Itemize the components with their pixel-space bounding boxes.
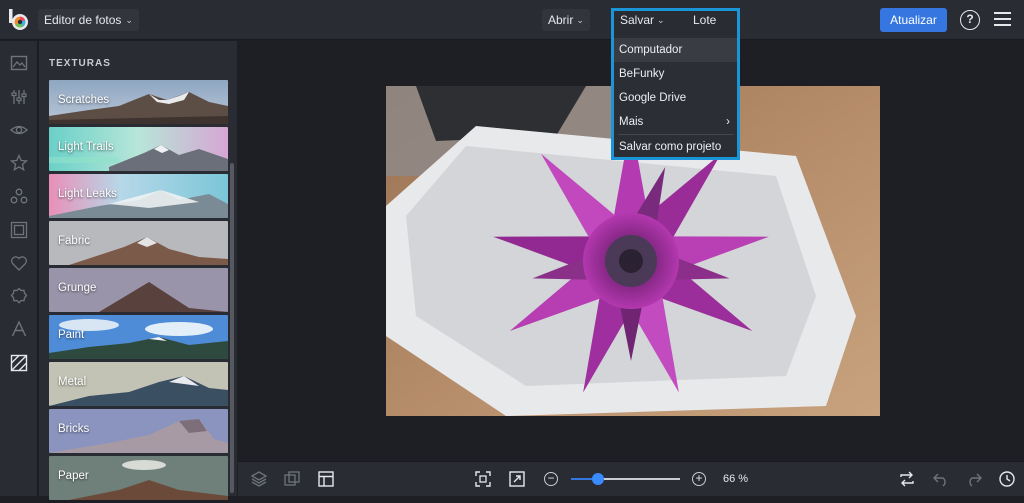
menu-item-befunky[interactable]: BeFunky [614, 62, 738, 86]
texture-item-light-trails[interactable]: Light Trails [49, 127, 228, 171]
chevron-down-icon: ⌄ [576, 15, 584, 25]
menu-item-save-project[interactable]: Salvar como projeto [614, 135, 738, 159]
undo-icon[interactable] [932, 470, 950, 488]
menu-item-google-drive[interactable]: Google Drive [614, 86, 738, 110]
save-dropdown-menu: Computador BeFunky Google Drive Mais › S… [614, 36, 738, 159]
menu-item-more[interactable]: Mais › [614, 110, 738, 134]
heart-icon[interactable] [9, 253, 29, 273]
texture-label: Light Leaks [58, 188, 117, 200]
zoom-out-button[interactable]: − [544, 472, 558, 486]
texture-item-paint[interactable]: Paint [49, 315, 228, 359]
texture-item-bricks[interactable]: Bricks [49, 409, 228, 453]
zoom-slider[interactable] [571, 473, 680, 485]
layers-icon[interactable] [250, 470, 268, 488]
hamburger-menu-icon[interactable] [994, 12, 1011, 26]
menu-item-computer[interactable]: Computador [614, 38, 738, 62]
compare-icon[interactable] [283, 470, 301, 488]
bottom-toolbar: − + 66 % [238, 461, 1024, 496]
texture-label: Grunge [58, 282, 97, 294]
open-button[interactable]: Abrir ⌄ [542, 9, 590, 31]
star-icon[interactable] [9, 153, 29, 173]
panel-scrollbar[interactable] [230, 163, 234, 493]
texture-item-light-leaks[interactable]: Light Leaks [49, 174, 228, 218]
texture-item-metal[interactable]: Metal [49, 362, 228, 406]
save-label: Salvar [620, 13, 655, 27]
panel-title: TEXTURAS [49, 58, 111, 69]
app-menu-dropdown[interactable]: Editor de fotos ⌄ [38, 9, 139, 31]
image-icon[interactable] [9, 53, 29, 73]
top-bar: Editor de fotos ⌄ Abrir ⌄ Salvar ⌄ Lote … [0, 0, 1024, 40]
eye-icon[interactable] [9, 120, 29, 140]
redo-icon[interactable] [965, 470, 983, 488]
batch-label: Lote [693, 13, 717, 27]
zoom-slider-handle[interactable] [592, 473, 604, 485]
texture-item-paper[interactable]: Paper [49, 456, 228, 500]
texture-label: Fabric [58, 235, 90, 247]
zoom-value: 66 % [723, 473, 749, 485]
chevron-right-icon: › [726, 116, 730, 128]
menu-item-label: Mais [619, 116, 644, 128]
update-button[interactable]: Atualizar [880, 8, 947, 32]
batch-button[interactable]: Lote [687, 9, 722, 31]
actual-size-icon[interactable] [508, 470, 526, 488]
menu-item-label: Salvar como projeto [619, 141, 722, 153]
text-icon[interactable] [9, 319, 29, 339]
help-icon[interactable]: ? [960, 10, 980, 30]
save-button[interactable]: Salvar ⌄ [614, 9, 671, 31]
texture-item-fabric[interactable]: Fabric [49, 221, 228, 265]
repeat-icon[interactable] [898, 470, 916, 488]
frame-icon[interactable] [9, 220, 29, 240]
texture-label: Paint [58, 329, 85, 341]
menu-item-label: Google Drive [619, 92, 687, 104]
texture-label: Paper [58, 470, 89, 482]
history-icon[interactable] [998, 470, 1016, 488]
menu-item-label: BeFunky [619, 68, 665, 80]
open-label: Abrir [548, 13, 574, 27]
texture-label: Scratches [58, 94, 110, 106]
app-menu-label: Editor de fotos [44, 13, 122, 27]
zoom-in-button[interactable]: + [692, 472, 706, 486]
menu-item-label: Computador [619, 44, 683, 56]
chevron-down-icon: ⌄ [657, 15, 665, 25]
texture-label: Light Trails [58, 141, 114, 153]
texture-label: Metal [58, 376, 87, 388]
layout-icon[interactable] [317, 470, 335, 488]
shapes-icon[interactable] [9, 187, 29, 207]
sliders-icon[interactable] [9, 87, 29, 107]
texture-list: Scratches Light Trails Light Leaks Fabri… [49, 80, 228, 503]
badge-icon[interactable] [9, 286, 29, 306]
befunky-logo[interactable] [8, 9, 30, 31]
texture-item-grunge[interactable]: Grunge [49, 268, 228, 312]
texture-item-scratches[interactable]: Scratches [49, 80, 228, 124]
textures-panel: TEXTURAS Scratches Light Trails Light Le… [39, 41, 237, 500]
chevron-down-icon: ⌄ [125, 15, 133, 25]
texture-label: Bricks [58, 423, 90, 435]
texture-icon[interactable] [9, 353, 29, 373]
fit-screen-icon[interactable] [474, 470, 492, 488]
tool-rail [0, 41, 38, 496]
